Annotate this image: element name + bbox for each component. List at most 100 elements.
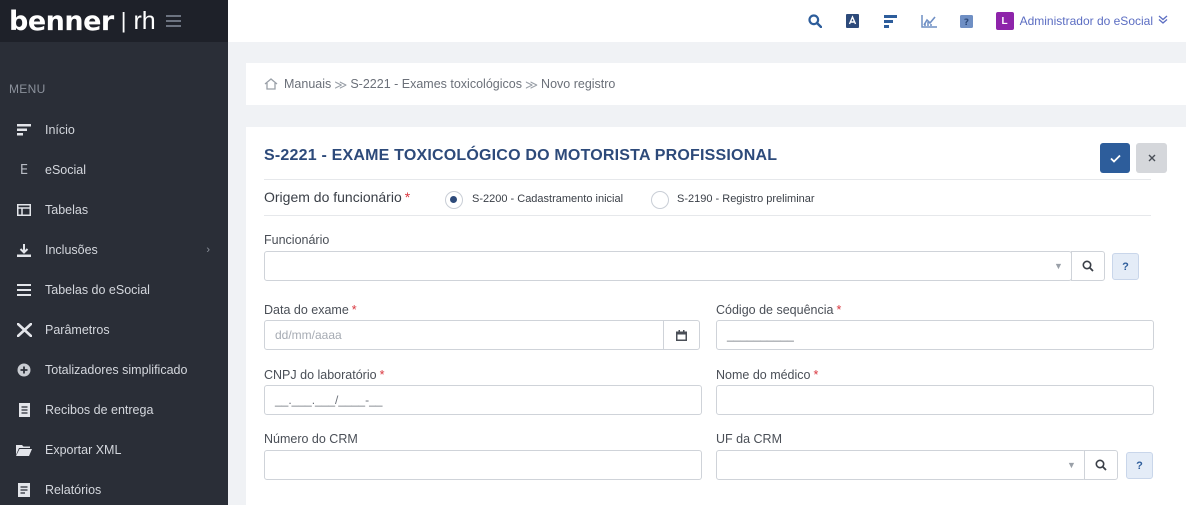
- chevron-down-icon[interactable]: [1158, 15, 1168, 27]
- logo-bar: benner | rh: [0, 0, 228, 42]
- sidebar-item-label: Relatórios: [45, 483, 102, 497]
- uf-crm-select[interactable]: [716, 450, 1086, 480]
- calendar-button[interactable]: [663, 320, 700, 350]
- close-icon: [1148, 154, 1155, 162]
- breadcrumb: Manuais ≫ S-2221 - Exames toxicológicos …: [246, 63, 1186, 105]
- divider: [264, 215, 1151, 216]
- search-icon: [1082, 260, 1094, 272]
- chevron-right-icon: ›: [206, 244, 210, 256]
- required-mark: *: [836, 303, 842, 317]
- cnpj-label-text: CNPJ do laboratório: [264, 368, 377, 382]
- medico-label-text: Nome do médico: [716, 368, 811, 382]
- tools-icon: [16, 322, 32, 338]
- svg-text:?: ?: [964, 18, 969, 28]
- page-title: S-2221 - EXAME TOXICOLÓGICO DO MOTORISTA…: [264, 147, 778, 164]
- sidebar-item-inclusoes[interactable]: Inclusões ›: [0, 230, 228, 270]
- cnpj-input[interactable]: __.___.___/____-__: [264, 385, 702, 415]
- sidebar-item-parametros[interactable]: Parâmetros: [0, 310, 228, 350]
- sidebar-item-esocial[interactable]: E eSocial: [0, 150, 228, 190]
- required-mark: *: [813, 368, 819, 382]
- uf-crm-label: UF da CRM: [716, 432, 782, 446]
- funcionario-help-button[interactable]: ?: [1112, 253, 1139, 280]
- close-button[interactable]: [1136, 143, 1167, 173]
- search-icon: [1095, 459, 1107, 471]
- sidebar-item-exportar-xml[interactable]: Exportar XML: [0, 430, 228, 470]
- crm-label: Número do CRM: [264, 432, 358, 446]
- data-exame-label: Data do exame *: [264, 303, 357, 317]
- uf-search-button[interactable]: [1084, 450, 1118, 480]
- data-exame-input[interactable]: dd/mm/aaaa: [264, 320, 664, 350]
- divider: [264, 179, 1151, 180]
- help-icon[interactable]: ?: [950, 0, 984, 42]
- calendar-icon: [676, 329, 687, 341]
- radio-s2190[interactable]: [651, 191, 669, 209]
- sidebar-item-inicio[interactable]: Início: [0, 110, 228, 150]
- required-mark: *: [351, 303, 357, 317]
- chevron-down-icon[interactable]: ▼: [1054, 261, 1063, 271]
- download-icon: [16, 242, 32, 258]
- confirm-button[interactable]: [1100, 143, 1130, 173]
- breadcrumb-separator: ≫: [524, 77, 539, 92]
- breadcrumb-separator: ≫: [334, 77, 348, 92]
- list-icon: [16, 282, 32, 298]
- table-icon: [16, 202, 32, 218]
- medico-label: Nome do médico *: [716, 368, 818, 382]
- form-panel: S-2221 - EXAME TOXICOLÓGICO DO MOTORISTA…: [246, 127, 1186, 505]
- sidebar-item-label: Início: [45, 123, 75, 137]
- sidebar-item-recibos[interactable]: Recibos de entrega: [0, 390, 228, 430]
- funcionario-select[interactable]: [264, 251, 1072, 281]
- required-mark: *: [379, 368, 385, 382]
- data-exame-label-text: Data do exame: [264, 303, 349, 317]
- sidebar-item-label: eSocial: [45, 163, 86, 177]
- dashboard-icon: [16, 122, 32, 138]
- radio-s2200[interactable]: [445, 191, 463, 209]
- search-icon[interactable]: [798, 0, 832, 42]
- sidebar-item-label: Totalizadores simplificado: [45, 363, 188, 377]
- crm-input[interactable]: [264, 450, 702, 480]
- uf-help-button[interactable]: ?: [1126, 452, 1153, 479]
- codigo-label: Código de sequência *: [716, 303, 841, 317]
- home-icon[interactable]: [264, 78, 278, 90]
- breadcrumb-item-manuais[interactable]: Manuais: [284, 77, 331, 91]
- sidebar: benner | rh MENU Início E eSocial Tabela…: [0, 0, 228, 505]
- chart-icon[interactable]: [912, 0, 946, 42]
- folder-icon: [16, 442, 32, 458]
- sidebar-item-tabelas[interactable]: Tabelas: [0, 190, 228, 230]
- required-mark: *: [404, 189, 411, 205]
- origin-label-text: Origem do funcionário: [264, 189, 402, 205]
- funcionario-label: Funcionário: [264, 233, 330, 247]
- codigo-label-text: Código de sequência: [716, 303, 834, 317]
- sidebar-item-totalizadores[interactable]: Totalizadores simplificado: [0, 350, 228, 390]
- report-icon: [16, 482, 32, 498]
- breadcrumb-item-exames[interactable]: S-2221 - Exames toxicológicos: [350, 77, 522, 91]
- funcionario-search-button[interactable]: [1071, 251, 1105, 281]
- sidebar-item-label: Inclusões: [45, 243, 98, 257]
- sidebar-item-label: Exportar XML: [45, 443, 122, 457]
- avatar[interactable]: L: [995, 12, 1014, 30]
- sidebar-item-label: Tabelas do eSocial: [45, 283, 150, 297]
- esocial-letter-icon: E: [19, 162, 29, 178]
- sidebar-item-tabelas-esocial[interactable]: Tabelas do eSocial: [0, 270, 228, 310]
- sidebar-item-relatorios[interactable]: Relatórios: [0, 470, 228, 505]
- radio-s2200-label[interactable]: S-2200 - Cadastramento inicial: [472, 193, 623, 205]
- logo-suffix: rh: [133, 6, 156, 35]
- menu-title: MENU: [9, 82, 46, 96]
- top-bar: ? L Administrador do eSocial: [228, 0, 1186, 42]
- menu-lines-icon[interactable]: [874, 0, 908, 42]
- hamburger-menu-icon[interactable]: [165, 15, 181, 27]
- breadcrumb-item-current: Novo registro: [541, 77, 616, 91]
- text-format-icon[interactable]: [836, 0, 870, 42]
- codigo-input[interactable]: __________: [716, 320, 1154, 350]
- chevron-down-icon[interactable]: ▼: [1067, 460, 1076, 470]
- cnpj-label: CNPJ do laboratório *: [264, 368, 384, 382]
- radio-s2190-label[interactable]: S-2190 - Registro preliminar: [677, 193, 815, 205]
- sidebar-item-label: Tabelas: [45, 203, 89, 217]
- medico-input[interactable]: [716, 385, 1154, 415]
- app-logo[interactable]: benner: [9, 6, 114, 37]
- check-icon: [1109, 154, 1121, 163]
- document-icon: [16, 402, 32, 418]
- plus-circle-icon: [16, 362, 32, 378]
- sidebar-item-label: Parâmetros: [45, 323, 110, 337]
- user-name[interactable]: Administrador do eSocial: [1020, 14, 1153, 28]
- logo-separator: |: [120, 8, 127, 33]
